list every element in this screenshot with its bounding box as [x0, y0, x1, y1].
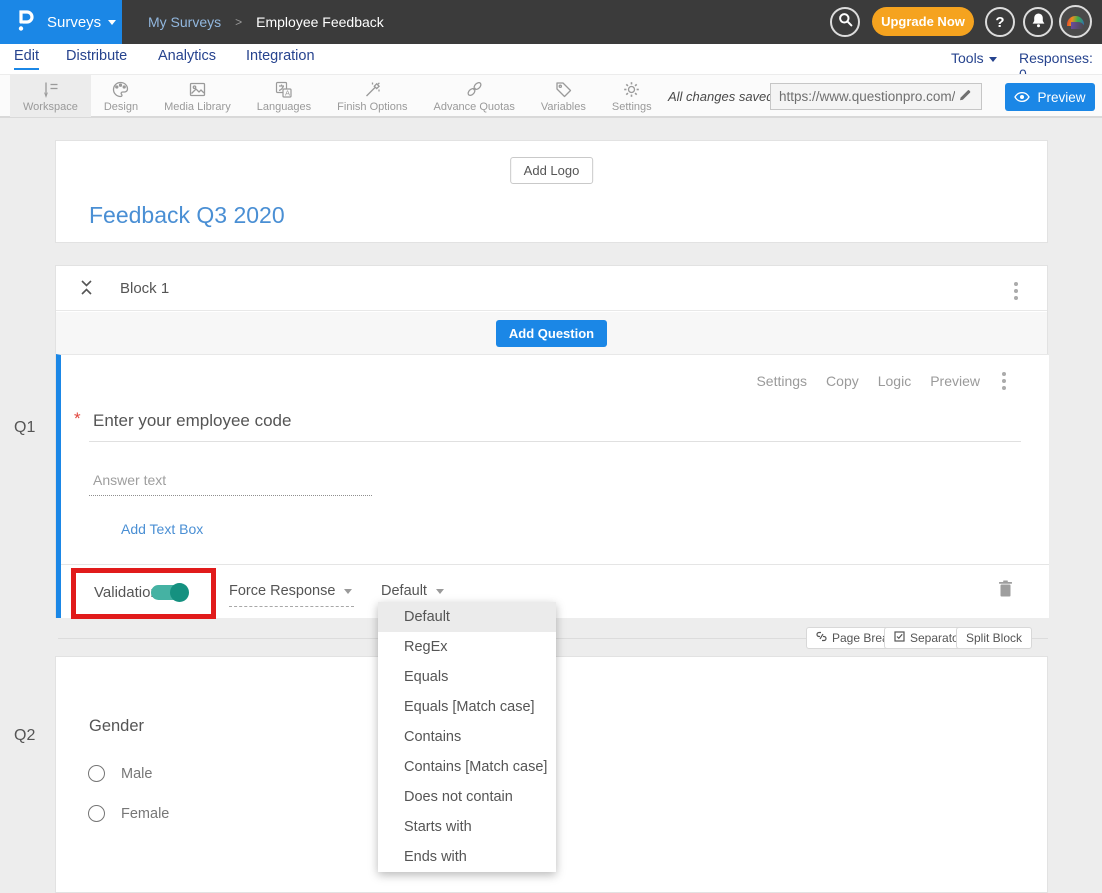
question-2-title[interactable]: Gender [89, 717, 144, 736]
block-menu-kebab-icon[interactable] [1011, 279, 1021, 303]
question-2-index: Q2 [14, 727, 35, 745]
validation-type-menu: Default RegEx Equals Equals [Match case]… [378, 602, 556, 872]
toolbar-item-variables[interactable]: Variables [528, 75, 599, 117]
survey-header-card: Add Logo Feedback Q3 2020 [55, 140, 1048, 243]
add-text-box-link[interactable]: Add Text Box [121, 521, 203, 537]
question-preview-link[interactable]: Preview [930, 373, 980, 389]
add-question-button[interactable]: Add Question [496, 320, 607, 347]
validation-toggle[interactable] [151, 585, 188, 600]
upgrade-now-button[interactable]: Upgrade Now [872, 7, 974, 36]
menu-option-starts-with[interactable]: Starts with [378, 812, 556, 842]
editor-toolbar: Workspace Design Media Library [0, 74, 1102, 118]
validation-label: Validation [94, 584, 159, 601]
block-header: Block 1 [56, 266, 1047, 311]
variables-icon [554, 80, 573, 99]
answer-text-placeholder[interactable]: Answer text [93, 472, 166, 488]
svg-text:A: A [285, 88, 290, 97]
radio-button[interactable] [88, 805, 105, 822]
chevron-down-icon [344, 589, 352, 594]
question-settings-link[interactable]: Settings [756, 373, 807, 389]
search-icon [838, 12, 853, 32]
help-icon: ? [995, 14, 1004, 31]
help-button[interactable]: ? [985, 7, 1015, 37]
languages-icon: A [274, 80, 293, 99]
required-marker: * [74, 409, 81, 429]
breadcrumb-separator: > [235, 15, 242, 29]
question-1-index: Q1 [14, 419, 35, 437]
finish-options-icon [363, 80, 382, 99]
add-question-row: Add Question [56, 312, 1047, 354]
menu-option-equals-match-case[interactable]: Equals [Match case] [378, 692, 556, 722]
media-library-icon [188, 80, 207, 99]
block-card: Block 1 Add Question Settings Copy Logic… [55, 265, 1048, 618]
collapse-block-icon[interactable] [80, 279, 93, 301]
notifications-button[interactable] [1023, 7, 1053, 37]
menu-option-default[interactable]: Default [378, 602, 556, 632]
menu-option-contains-match-case[interactable]: Contains [Match case] [378, 752, 556, 782]
tools-menu[interactable]: Tools [951, 50, 997, 66]
tab-edit[interactable]: Edit [14, 48, 39, 70]
top-header: Surveys My Surveys > Employee Feedback U… [0, 0, 1102, 44]
option-label[interactable]: Female [121, 806, 169, 822]
chevron-down-icon [436, 589, 444, 594]
toolbar-item-settings[interactable]: Settings [599, 75, 665, 117]
tab-analytics[interactable]: Analytics [158, 48, 216, 68]
tab-integration[interactable]: Integration [246, 48, 315, 68]
bell-icon [1031, 12, 1046, 33]
toolbar-item-advance-quotas[interactable]: Advance Quotas [420, 75, 527, 117]
question-1-card: Settings Copy Logic Preview * Enter your… [56, 354, 1049, 618]
survey-nav-tabs: Edit Distribute Analytics Integration To… [0, 44, 1102, 74]
toolbar-item-workspace[interactable]: Workspace [10, 75, 91, 117]
force-response-dropdown[interactable]: Force Response [229, 583, 354, 607]
split-block-button[interactable]: Split Block [956, 627, 1032, 649]
survey-url-input[interactable] [770, 83, 982, 110]
survey-title[interactable]: Feedback Q3 2020 [89, 202, 285, 229]
chevron-down-icon [108, 20, 116, 25]
menu-option-does-not-contain[interactable]: Does not contain [378, 782, 556, 812]
design-icon [111, 80, 130, 99]
answer-text-underline [89, 495, 372, 496]
radio-button[interactable] [88, 765, 105, 782]
question-logic-link[interactable]: Logic [878, 373, 911, 389]
edit-url-pencil-icon[interactable] [958, 88, 972, 107]
breadcrumb-current-survey: Employee Feedback [256, 14, 384, 30]
page-break-icon [816, 631, 827, 645]
question-copy-link[interactable]: Copy [826, 373, 859, 389]
breadcrumb-my-surveys[interactable]: My Surveys [148, 14, 221, 30]
questionpro-logo-icon [13, 7, 37, 38]
survey-editor-app: Surveys My Surveys > Employee Feedback U… [0, 0, 1102, 893]
question-menu-kebab-icon[interactable] [999, 369, 1009, 393]
delete-question-trash-icon[interactable] [998, 580, 1013, 602]
add-logo-button[interactable]: Add Logo [510, 157, 594, 184]
toolbar-item-finish-options[interactable]: Finish Options [324, 75, 420, 117]
menu-option-regex[interactable]: RegEx [378, 632, 556, 662]
block-title[interactable]: Block 1 [120, 280, 169, 297]
save-status-text: All changes saved [668, 89, 774, 104]
question-1-title[interactable]: Enter your employee code [93, 411, 291, 431]
option-label[interactable]: Male [121, 766, 152, 782]
toolbar-item-languages[interactable]: A Languages [244, 75, 324, 117]
answer-option-female: Female [88, 805, 169, 822]
chevron-down-icon [989, 57, 997, 62]
toolbar-item-design[interactable]: Design [91, 75, 151, 117]
toolbar-item-media-library[interactable]: Media Library [151, 75, 244, 117]
breadcrumb: My Surveys > Employee Feedback [148, 0, 384, 44]
menu-option-equals[interactable]: Equals [378, 662, 556, 692]
advance-quotas-icon [465, 80, 484, 99]
tab-distribute[interactable]: Distribute [66, 48, 127, 68]
account-avatar[interactable] [1059, 5, 1092, 38]
answer-option-male: Male [88, 765, 152, 782]
menu-option-contains[interactable]: Contains [378, 722, 556, 752]
question-actions: Settings Copy Logic Preview [756, 369, 1009, 393]
product-name: Surveys [47, 14, 101, 31]
workspace-icon [41, 80, 60, 99]
search-button[interactable] [830, 7, 860, 37]
menu-option-ends-with[interactable]: Ends with [378, 842, 556, 872]
settings-icon [622, 80, 641, 99]
product-switcher[interactable]: Surveys [0, 0, 122, 44]
question-title-underline [89, 441, 1021, 442]
separator-checkbox-icon [894, 631, 905, 645]
preview-button[interactable]: Preview [1005, 83, 1095, 111]
eye-icon [1014, 90, 1030, 105]
